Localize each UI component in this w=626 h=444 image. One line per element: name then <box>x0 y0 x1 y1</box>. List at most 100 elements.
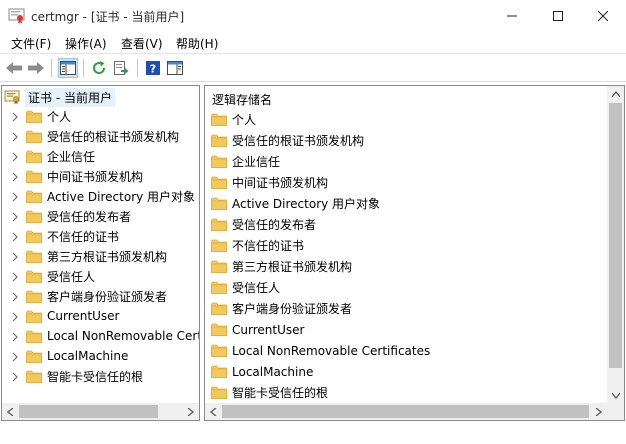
tree-item[interactable]: LocalMachine <box>2 346 128 366</box>
tree-root-item[interactable]: 证书 - 当前用户 <box>4 87 115 107</box>
chevron-right-icon[interactable] <box>10 151 20 162</box>
scroll-up-icon[interactable] <box>607 86 624 103</box>
tree-item[interactable]: CurrentUser <box>2 306 119 326</box>
list-item[interactable]: 智能卡受信任的根 <box>211 382 328 403</box>
scroll-left-icon[interactable] <box>205 403 222 420</box>
folder-icon <box>26 330 42 343</box>
list-item[interactable]: 受信任的发布者 <box>211 214 316 235</box>
list-item[interactable]: Active Directory 用户对象 <box>211 193 380 214</box>
maximize-button[interactable] <box>535 0 581 31</box>
close-button[interactable] <box>580 0 626 31</box>
list-item[interactable]: 企业信任 <box>211 151 280 172</box>
export-list-icon[interactable] <box>111 58 131 78</box>
title-bar: certmgr - [证书 - 当前用户] <box>0 0 626 31</box>
list-item[interactable]: 受信任的根证书颁发机构 <box>211 130 364 151</box>
scroll-right-icon[interactable] <box>182 403 199 420</box>
tree-item[interactable]: 第三方根证书颁发机构 <box>2 246 167 266</box>
list-item[interactable]: 个人 <box>211 109 256 130</box>
scroll-thumb[interactable] <box>222 405 589 418</box>
scroll-down-icon[interactable] <box>607 387 624 404</box>
menu-action[interactable]: 操作(A) <box>65 35 107 52</box>
list-item-label: 中间证书颁发机构 <box>232 176 329 190</box>
folder-icon <box>211 197 227 210</box>
tree-horizontal-scrollbar[interactable] <box>2 403 199 420</box>
list-item[interactable]: 不信任的证书 <box>211 235 304 256</box>
chevron-right-icon[interactable] <box>10 311 20 322</box>
forward-arrow-icon[interactable] <box>26 58 46 78</box>
tree-item-label: 受信任的发布者 <box>47 209 132 224</box>
scrollbar-corner <box>607 403 624 420</box>
chevron-right-icon[interactable] <box>10 211 20 222</box>
help-icon[interactable]: ? <box>143 58 163 78</box>
scroll-right-icon[interactable] <box>590 403 607 420</box>
menu-view[interactable]: 查看(V) <box>121 35 163 52</box>
tree-item-label: Active Directory 用户对象 <box>47 189 196 204</box>
folder-icon <box>26 110 42 123</box>
chevron-right-icon[interactable] <box>10 331 20 342</box>
folder-icon <box>26 370 42 383</box>
chevron-right-icon[interactable] <box>10 231 20 242</box>
folder-icon <box>26 190 42 203</box>
list-horizontal-scrollbar[interactable] <box>205 403 607 420</box>
column-header-logical-store-name[interactable]: 逻辑存储名 <box>212 91 272 108</box>
list-item[interactable]: LocalMachine <box>211 361 313 382</box>
tree-item-label: 受信任的根证书颁发机构 <box>47 129 180 144</box>
list-item[interactable]: CurrentUser <box>211 319 304 340</box>
tree-item[interactable]: Active Directory 用户对象 <box>2 186 195 206</box>
chevron-right-icon[interactable] <box>10 291 20 302</box>
chevron-right-icon[interactable] <box>10 111 20 122</box>
tree-pane[interactable]: 证书 - 当前用户 个人受信任的根证书颁发机构企业信任中间证书颁发机构 Activ… <box>1 85 200 421</box>
list-item-label: 受信任人 <box>232 281 281 295</box>
list-item-label: LocalMachine <box>232 364 314 379</box>
tree-item[interactable]: Local NonRemovable Certificates <box>2 326 199 346</box>
chevron-right-icon[interactable] <box>10 191 20 202</box>
folder-icon <box>26 350 42 363</box>
tree-item[interactable]: 企业信任 <box>2 146 95 166</box>
tree-item[interactable]: 受信任的根证书颁发机构 <box>2 126 179 146</box>
chevron-right-icon[interactable] <box>10 371 20 382</box>
chevron-right-icon[interactable] <box>10 351 20 362</box>
list-item[interactable]: 客户端身份验证颁发者 <box>211 298 352 319</box>
list-vertical-scrollbar[interactable] <box>607 86 624 404</box>
list-item[interactable]: Local NonRemovable Certificates <box>211 340 430 361</box>
menu-help[interactable]: 帮助(H) <box>176 35 218 52</box>
list-pane[interactable]: 逻辑存储名 个人受信任的根证书颁发机构企业信任中间证书颁发机构 Active Di… <box>204 85 625 421</box>
tree-item[interactable]: 不信任的证书 <box>2 226 119 246</box>
tree-item-label: 智能卡受信任的根 <box>47 369 144 384</box>
show-hide-action-pane-icon[interactable] <box>165 58 185 78</box>
folder-icon <box>211 323 227 336</box>
list-item[interactable]: 第三方根证书颁发机构 <box>211 256 352 277</box>
tree-item[interactable]: 受信任的发布者 <box>2 206 131 226</box>
certificate-manager-icon <box>8 7 25 24</box>
scroll-thumb[interactable] <box>609 103 622 368</box>
show-hide-tree-icon[interactable] <box>58 58 78 78</box>
tree-item[interactable]: 客户端身份验证颁发者 <box>2 286 167 306</box>
folder-icon <box>211 386 227 399</box>
tree-item[interactable]: 智能卡受信任的根 <box>2 366 143 386</box>
tree-item[interactable]: 个人 <box>2 106 71 126</box>
list-item-label: 受信任的根证书颁发机构 <box>232 134 365 148</box>
tree-item-label: 中间证书颁发机构 <box>47 169 144 184</box>
list-item[interactable]: 中间证书颁发机构 <box>211 172 328 193</box>
tree-item-label: 客户端身份验证颁发者 <box>47 289 168 304</box>
minimize-button[interactable] <box>489 0 535 31</box>
list-item-label: 智能卡受信任的根 <box>232 386 329 400</box>
list-item[interactable]: 受信任人 <box>211 277 280 298</box>
scroll-thumb[interactable] <box>19 405 158 418</box>
folder-icon <box>26 270 42 283</box>
tree-item[interactable]: 受信任人 <box>2 266 95 286</box>
tree-root-label: 证书 - 当前用户 <box>25 87 115 107</box>
certificate-store-icon <box>4 90 20 104</box>
chevron-right-icon[interactable] <box>10 251 20 262</box>
chevron-right-icon[interactable] <box>10 271 20 282</box>
refresh-icon[interactable] <box>89 58 109 78</box>
tree-item-label: Local NonRemovable Certificates <box>47 329 199 343</box>
list-item-label: Active Directory 用户对象 <box>232 197 381 211</box>
tree-item[interactable]: 中间证书颁发机构 <box>2 166 143 186</box>
menu-file[interactable]: 文件(F) <box>11 35 51 52</box>
back-arrow-icon[interactable] <box>4 58 24 78</box>
chevron-right-icon[interactable] <box>10 171 20 182</box>
folder-icon <box>211 281 227 294</box>
scroll-left-icon[interactable] <box>2 403 19 420</box>
chevron-right-icon[interactable] <box>10 131 20 142</box>
